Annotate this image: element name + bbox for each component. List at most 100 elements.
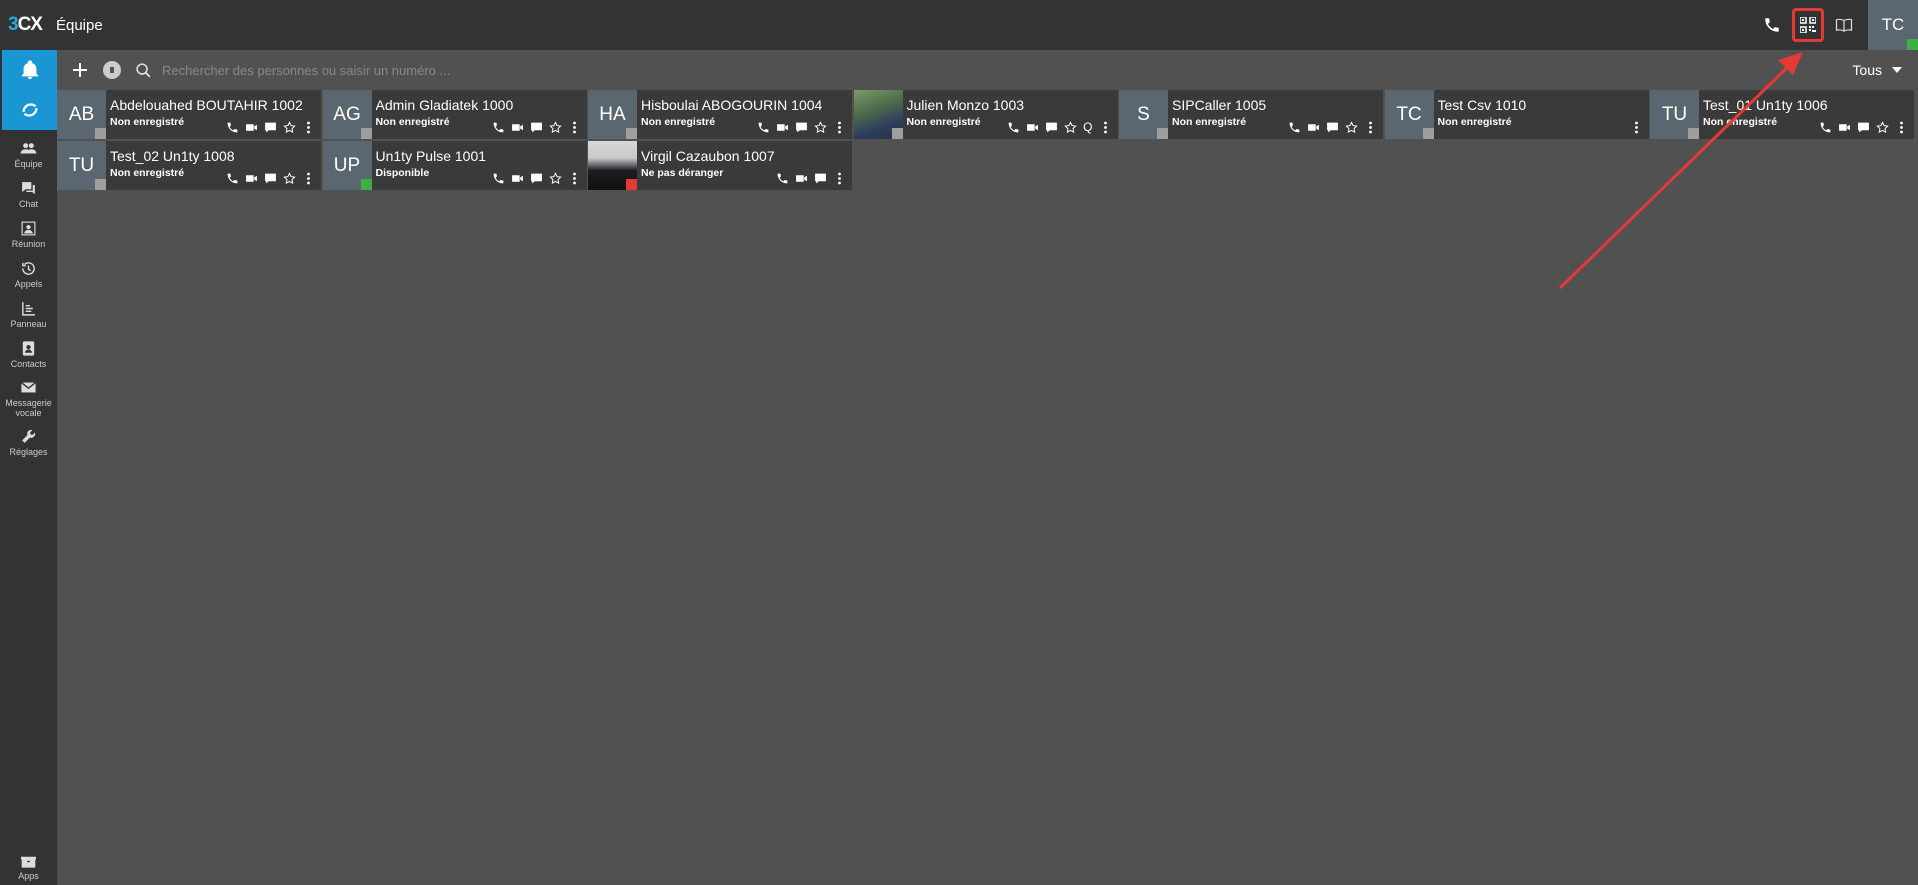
more-vertical-icon bbox=[1900, 121, 1903, 134]
presence-indicator bbox=[1688, 128, 1699, 139]
notifications-button[interactable] bbox=[2, 50, 57, 90]
video-call-button[interactable] bbox=[245, 172, 258, 185]
contact-card[interactable]: TU Test_01 Un1ty 1006 Non enregistré bbox=[1650, 90, 1914, 139]
qr-code-button[interactable] bbox=[1792, 8, 1824, 42]
video-call-button[interactable] bbox=[1838, 121, 1851, 134]
contact-avatar: HA bbox=[588, 90, 637, 139]
contact-initials: HA bbox=[599, 103, 626, 125]
contact-card[interactable]: TC Test Csv 1010 Non enregistré bbox=[1384, 90, 1649, 139]
chat-button[interactable] bbox=[1326, 121, 1339, 134]
contact-actions bbox=[226, 172, 315, 185]
video-call-button[interactable] bbox=[245, 121, 258, 134]
video-call-button[interactable] bbox=[511, 121, 524, 134]
sidebar-item-meeting[interactable]: Réunion bbox=[0, 216, 57, 252]
star-icon bbox=[548, 172, 562, 185]
contact-info: Test Csv 1010 Non enregistré bbox=[1434, 90, 1649, 139]
sidebar-item-apps[interactable]: Apps bbox=[0, 854, 57, 881]
chat-button[interactable] bbox=[1857, 121, 1870, 134]
video-call-button[interactable] bbox=[795, 172, 808, 185]
toolbar: Tous bbox=[57, 50, 1918, 90]
brand-button[interactable] bbox=[2, 90, 57, 130]
chat-bubble-icon bbox=[530, 173, 542, 184]
video-camera-icon bbox=[777, 124, 788, 131]
contact-card[interactable]: AB Abdelouahed BOUTAHIR 1002 Non enregis… bbox=[57, 90, 321, 139]
chat-bubble-icon bbox=[815, 173, 826, 184]
video-call-button[interactable] bbox=[776, 121, 789, 134]
contact-card[interactable]: HA Hisboulai ABOGOURIN 1004 Non enregist… bbox=[588, 90, 852, 139]
help-manual-button[interactable] bbox=[1826, 0, 1862, 50]
phone-icon bbox=[227, 173, 238, 184]
chat-button[interactable] bbox=[264, 121, 277, 134]
more-options-button[interactable] bbox=[1364, 121, 1377, 134]
favorite-button[interactable] bbox=[1345, 121, 1358, 134]
more-options-button[interactable] bbox=[1630, 121, 1643, 134]
contact-initials: TC bbox=[1396, 103, 1422, 125]
favorite-button[interactable] bbox=[1876, 121, 1889, 134]
phone-icon bbox=[493, 122, 503, 133]
more-options-button[interactable] bbox=[1895, 121, 1908, 134]
contact-card[interactable]: Julien Monzo 1003 Non enregistré Q bbox=[853, 90, 1118, 139]
more-options-button[interactable] bbox=[568, 121, 581, 134]
team-icon bbox=[20, 142, 37, 153]
call-button[interactable] bbox=[1288, 121, 1301, 134]
scope-dropdown[interactable]: Tous bbox=[1852, 50, 1902, 90]
chat-button[interactable] bbox=[530, 121, 543, 134]
chat-button[interactable] bbox=[795, 121, 808, 134]
chat-bubble-icon bbox=[796, 122, 807, 133]
video-call-button[interactable] bbox=[1026, 121, 1039, 134]
more-options-button[interactable] bbox=[833, 172, 846, 185]
call-button[interactable] bbox=[492, 121, 505, 134]
video-camera-icon bbox=[246, 175, 257, 182]
favorite-button[interactable] bbox=[283, 121, 296, 134]
video-call-button[interactable] bbox=[1307, 121, 1320, 134]
favorite-button[interactable] bbox=[1064, 121, 1077, 134]
video-call-button[interactable] bbox=[511, 172, 524, 185]
chat-button[interactable] bbox=[264, 172, 277, 185]
contact-info: SIPCaller 1005 Non enregistré bbox=[1168, 90, 1383, 139]
call-button[interactable] bbox=[226, 172, 239, 185]
sidebar-item-settings[interactable]: Réglages bbox=[0, 424, 57, 460]
contact-card[interactable]: TU Test_02 Un1ty 1008 Non enregistré bbox=[57, 141, 321, 190]
favorite-button[interactable] bbox=[283, 172, 296, 185]
call-button[interactable] bbox=[492, 172, 505, 185]
call-button[interactable] bbox=[757, 121, 770, 134]
favorite-button[interactable] bbox=[814, 121, 827, 134]
chat-button[interactable] bbox=[1045, 121, 1058, 134]
chat-bubble-icon bbox=[265, 122, 276, 133]
contact-card[interactable]: S SIPCaller 1005 Non enregistré bbox=[1119, 90, 1383, 139]
presence-indicator bbox=[891, 128, 903, 139]
chat-bubble-icon bbox=[1327, 122, 1338, 133]
sidebar-item-panel[interactable]: Panneau bbox=[0, 296, 57, 332]
more-options-button[interactable] bbox=[833, 121, 846, 134]
status-filter-button[interactable] bbox=[103, 61, 121, 79]
favorite-button[interactable] bbox=[548, 172, 562, 185]
more-options-button[interactable] bbox=[302, 172, 315, 185]
user-avatar-button[interactable]: TC bbox=[1868, 0, 1918, 50]
star-icon bbox=[548, 121, 562, 134]
dialer-button[interactable] bbox=[1754, 0, 1790, 50]
call-button[interactable] bbox=[1007, 121, 1020, 134]
more-options-button[interactable] bbox=[302, 121, 315, 134]
search-input[interactable] bbox=[162, 62, 1262, 78]
chat-bubble-icon bbox=[265, 173, 276, 184]
contact-card[interactable]: Virgil Cazaubon 1007 Ne pas déranger bbox=[588, 141, 852, 190]
call-button[interactable] bbox=[776, 172, 789, 185]
contact-card[interactable]: UP Un1ty Pulse 1001 Disponible bbox=[322, 141, 587, 190]
sidebar-item-calls[interactable]: Appels bbox=[0, 256, 57, 292]
phone-icon bbox=[777, 173, 788, 184]
contact-info: Un1ty Pulse 1001 Disponible bbox=[372, 141, 587, 190]
sidebar-item-contacts[interactable]: Contacts bbox=[0, 336, 57, 372]
more-vertical-icon bbox=[1369, 121, 1372, 134]
call-button[interactable] bbox=[226, 121, 239, 134]
call-button[interactable] bbox=[1819, 121, 1832, 134]
contact-card[interactable]: AG Admin Gladiatek 1000 Non enregistré bbox=[322, 90, 587, 139]
chat-button[interactable] bbox=[814, 172, 827, 185]
more-options-button[interactable] bbox=[568, 172, 581, 185]
sidebar-item-chat[interactable]: Chat bbox=[0, 176, 57, 212]
chat-button[interactable] bbox=[530, 172, 543, 185]
more-options-button[interactable] bbox=[1099, 121, 1112, 134]
add-button[interactable] bbox=[65, 55, 95, 85]
favorite-button[interactable] bbox=[548, 121, 562, 134]
sidebar-item-team[interactable]: Équipe bbox=[0, 136, 57, 172]
sidebar-item-voicemail[interactable]: Messagerie vocale bbox=[0, 376, 57, 420]
